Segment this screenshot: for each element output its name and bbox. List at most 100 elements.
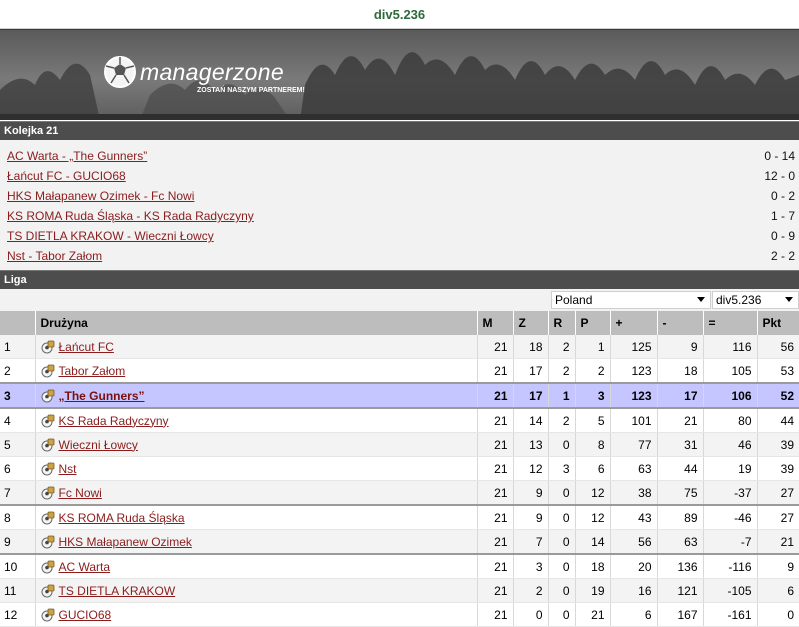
stat-cell-gd: 106: [702, 383, 757, 409]
stat-cell-m: 21: [476, 358, 513, 384]
stat-cell-gf: 125: [609, 335, 657, 359]
team-badge-icon[interactable]: [41, 560, 55, 574]
stat-cell-z: 7: [512, 529, 548, 555]
country-select[interactable]: Poland: [551, 291, 711, 309]
stat-cell-p: 21: [574, 602, 610, 627]
stat-cell-gf: 38: [609, 480, 657, 506]
team-link[interactable]: Łańcut FC: [59, 340, 114, 354]
team-badge-icon[interactable]: [41, 364, 55, 378]
stat-cell-gd: -37: [702, 480, 757, 506]
team-link[interactable]: Nst: [59, 462, 77, 476]
stat-cell-ga: 63: [656, 529, 703, 555]
match-score: 0 - 2: [770, 189, 795, 203]
stat-cell-r: 1: [547, 383, 575, 409]
team-badge-icon[interactable]: [41, 414, 55, 428]
stat-cell-ga: 167: [656, 602, 703, 627]
stat-cell-pts: 56: [756, 335, 799, 359]
column-header[interactable]: +: [609, 311, 657, 335]
stat-cell-z: 17: [512, 358, 548, 384]
team-badge-icon[interactable]: [41, 535, 55, 549]
team-link[interactable]: Tabor Załom: [59, 364, 126, 378]
stat-cell-p: 1: [574, 335, 610, 359]
match-link[interactable]: KS ROMA Ruda Śląska - KS Rada Radyczyny: [7, 209, 254, 223]
soccer-ball-icon: [104, 56, 136, 88]
stat-cell-r: 0: [547, 554, 575, 579]
match-row: HKS Małapanew Ozimek - Fc Nowi 0 - 2: [0, 186, 799, 206]
team-link[interactable]: Wieczni Łowcy: [59, 438, 138, 452]
team-badge-icon[interactable]: [41, 389, 55, 403]
stat-cell-z: 9: [512, 480, 548, 506]
team-link[interactable]: AC Warta: [59, 560, 111, 574]
stat-cell-z: 3: [512, 554, 548, 579]
stat-cell-z: 18: [512, 335, 548, 359]
team-badge-icon[interactable]: [41, 438, 55, 452]
match-row: Łańcut FC - GUCIO68 12 - 0: [0, 166, 799, 186]
column-header[interactable]: M: [476, 311, 513, 335]
stat-cell-gf: 16: [609, 578, 657, 603]
stat-cell-gd: -7: [702, 529, 757, 555]
managerzone-logo[interactable]: managerzone ZOSTAŃ NASZYM PARTNEREM!: [103, 55, 305, 94]
team-link[interactable]: HKS Małapanew Ozimek: [59, 535, 192, 549]
page-title: div5.236: [373, 6, 426, 22]
team-link[interactable]: TS DIETLA KRAKOW: [59, 584, 176, 598]
match-score: 2 - 2: [770, 249, 795, 263]
column-header[interactable]: Z: [512, 311, 548, 335]
column-header[interactable]: P: [574, 311, 610, 335]
team-link[interactable]: „The Gunners”: [59, 389, 145, 403]
stat-cell-z: 2: [512, 578, 548, 603]
table-row: 11 TS DIETLA KRAKOW 21 2 0 19 16 121 -105 6: [0, 578, 799, 603]
position-cell: 1: [0, 335, 35, 359]
stat-cell-gd: -116: [702, 554, 757, 579]
match-row: KS ROMA Ruda Śląska - KS Rada Radyczyny 1…: [0, 206, 799, 226]
stat-cell-gd: -46: [702, 505, 757, 530]
stat-cell-m: 21: [476, 554, 513, 579]
table-row: 3 „The Gunners” 21 17 1 3 123 17 106 52: [0, 383, 799, 409]
table-row: 10 AC Warta 21 3 0 18 20 136 -116 9: [0, 554, 799, 579]
stat-cell-z: 17: [512, 383, 548, 409]
match-link[interactable]: Nst - Tabor Załom: [7, 249, 102, 263]
column-header[interactable]: =: [702, 311, 757, 335]
column-header[interactable]: Pkt: [756, 311, 799, 335]
stat-cell-gd: -105: [702, 578, 757, 603]
column-header[interactable]: -: [656, 311, 703, 335]
team-cell: Łańcut FC: [34, 335, 477, 359]
position-cell: 6: [0, 456, 35, 481]
team-badge-icon[interactable]: [41, 462, 55, 476]
team-badge-icon[interactable]: [41, 584, 55, 598]
team-link[interactable]: GUCIO68: [59, 608, 112, 622]
stat-cell-gf: 63: [609, 456, 657, 481]
team-badge-icon[interactable]: [41, 511, 55, 525]
banner[interactable]: managerzone ZOSTAŃ NASZYM PARTNEREM!: [0, 29, 799, 120]
stat-cell-pts: 52: [756, 383, 799, 409]
stat-cell-m: 21: [476, 505, 513, 530]
team-link[interactable]: KS Rada Radyczyny: [59, 414, 169, 428]
division-select-value: div5.236: [716, 293, 762, 307]
column-header[interactable]: R: [547, 311, 575, 335]
stat-cell-pts: 0: [756, 602, 799, 627]
table-header-row: Drużyna M Z R P + - = Pkt: [0, 311, 799, 335]
match-link[interactable]: TS DIETLA KRAKOW - Wieczni Łowcy: [7, 229, 214, 243]
match-link[interactable]: Łańcut FC - GUCIO68: [7, 169, 126, 183]
column-header[interactable]: Drużyna: [34, 311, 477, 335]
stat-cell-m: 21: [476, 456, 513, 481]
position-cell: 11: [0, 578, 35, 603]
stat-cell-gf: 123: [609, 383, 657, 409]
match-link[interactable]: HKS Małapanew Ozimek - Fc Nowi: [7, 189, 194, 203]
brand-name: managerzone: [140, 58, 284, 85]
team-cell: Fc Nowi: [34, 480, 477, 506]
position-cell: 4: [0, 408, 35, 433]
stat-cell-gd: 46: [702, 432, 757, 457]
team-badge-icon[interactable]: [41, 340, 55, 354]
division-select[interactable]: div5.236: [712, 291, 799, 309]
team-link[interactable]: KS ROMA Ruda Śląska: [59, 511, 185, 525]
position-cell: 7: [0, 480, 35, 506]
team-badge-icon[interactable]: [41, 608, 55, 622]
team-cell: Nst: [34, 456, 477, 481]
stat-cell-r: 0: [547, 432, 575, 457]
stat-cell-ga: 44: [656, 456, 703, 481]
team-cell: Tabor Załom: [34, 358, 477, 384]
team-link[interactable]: Fc Nowi: [59, 486, 102, 500]
match-link[interactable]: AC Warta - „The Gunners”: [7, 149, 147, 163]
stat-cell-pts: 27: [756, 480, 799, 506]
team-badge-icon[interactable]: [41, 486, 55, 500]
